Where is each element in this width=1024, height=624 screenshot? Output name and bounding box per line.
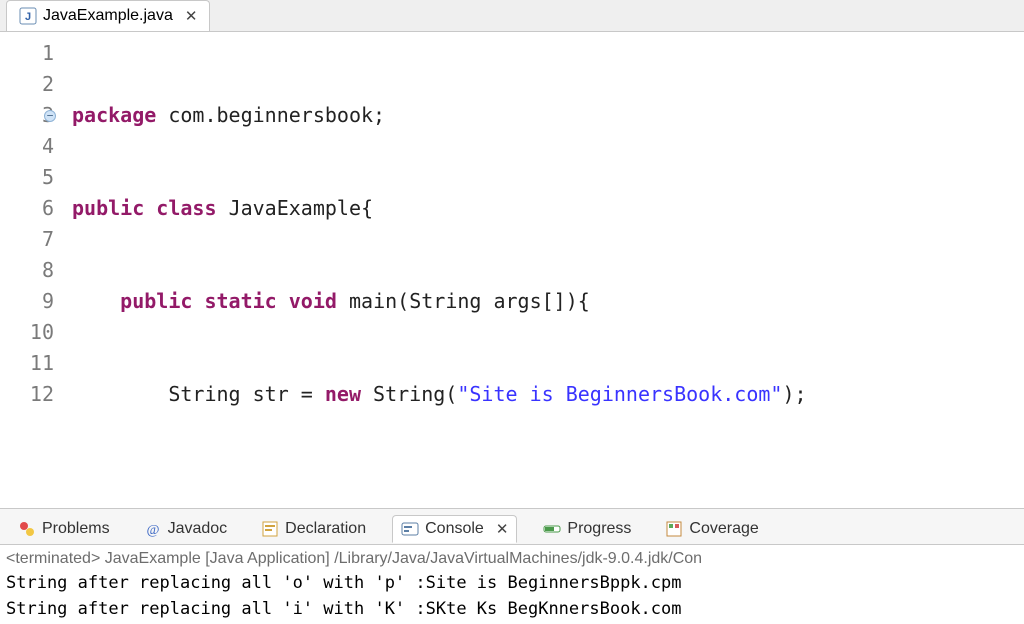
line-number: 9 xyxy=(42,289,54,313)
keyword: public xyxy=(120,289,192,313)
tab-coverage[interactable]: Coverage xyxy=(657,516,766,542)
code-text: ); xyxy=(782,382,806,406)
coverage-icon xyxy=(665,520,683,538)
keyword: public xyxy=(72,196,144,220)
declaration-icon xyxy=(261,520,279,538)
line-number: 10 xyxy=(30,320,54,344)
editor-tab-javaexample[interactable]: J JavaExample.java ✕ xyxy=(6,0,210,31)
code-text: String str = xyxy=(168,382,325,406)
keyword: new xyxy=(325,382,361,406)
tab-progress[interactable]: Progress xyxy=(535,516,639,542)
progress-icon xyxy=(543,520,561,538)
keyword: void xyxy=(289,289,337,313)
close-icon[interactable]: ✕ xyxy=(496,520,509,538)
svg-text:J: J xyxy=(25,11,31,23)
code-area[interactable]: package com.beginnersbook; public class … xyxy=(72,38,1024,508)
keyword: static xyxy=(204,289,276,313)
tab-label: Declaration xyxy=(285,520,366,538)
keyword: class xyxy=(156,196,216,220)
tab-label: Coverage xyxy=(689,520,758,538)
tab-console[interactable]: Console ✕ xyxy=(392,515,517,543)
javadoc-icon: @ xyxy=(144,520,162,538)
code-text: String( xyxy=(373,382,457,406)
line-number: 7 xyxy=(42,227,54,251)
console-icon xyxy=(401,520,419,538)
string-literal: "Site is BeginnersBook.com" xyxy=(457,382,782,406)
editor-tab-bar: J JavaExample.java ✕ xyxy=(0,0,1024,32)
console-line: String after replacing all 'o' with 'p' … xyxy=(6,571,1018,597)
tab-javadoc[interactable]: @ Javadoc xyxy=(136,516,236,542)
tab-label: Javadoc xyxy=(168,520,228,538)
tab-problems[interactable]: Problems xyxy=(10,516,118,542)
close-icon[interactable]: ✕ xyxy=(185,7,198,25)
line-number: 6 xyxy=(42,196,54,220)
console-output[interactable]: <terminated> JavaExample [Java Applicati… xyxy=(0,545,1024,624)
tab-label: Console xyxy=(425,520,484,538)
problems-icon xyxy=(18,520,36,538)
line-number: 2 xyxy=(42,72,54,96)
java-file-icon: J xyxy=(19,7,37,25)
editor-tab-label: JavaExample.java xyxy=(43,7,173,25)
line-number: 1 xyxy=(42,41,54,65)
keyword: package xyxy=(72,103,156,127)
tab-declaration[interactable]: Declaration xyxy=(253,516,374,542)
code-text: com.beginnersbook; xyxy=(168,103,385,127)
line-number: 11 xyxy=(30,351,54,375)
console-line: String after replacing all 'i' with 'K' … xyxy=(6,597,1018,623)
class-name: JavaExample xyxy=(229,196,361,220)
line-number: 4 xyxy=(42,134,54,158)
console-run-header: <terminated> JavaExample [Java Applicati… xyxy=(6,547,1018,571)
method-sig: main(String args[]){ xyxy=(349,289,590,313)
tab-label: Problems xyxy=(42,520,110,538)
bottom-tab-bar: Problems @ Javadoc Declaration Console ✕… xyxy=(0,509,1024,545)
brace: { xyxy=(361,196,373,220)
line-number-gutter: 1 2 3− 4 5 6 7 8 9 10 11 12 xyxy=(0,38,72,508)
fold-toggle-icon[interactable]: − xyxy=(44,110,56,122)
svg-text:@: @ xyxy=(146,523,159,538)
line-number: 12 xyxy=(30,382,54,406)
bottom-panel: Problems @ Javadoc Declaration Console ✕… xyxy=(0,508,1024,624)
line-number: 8 xyxy=(42,258,54,282)
code-editor[interactable]: 1 2 3− 4 5 6 7 8 9 10 11 12 package com.… xyxy=(0,32,1024,508)
line-number: 5 xyxy=(42,165,54,189)
tab-label: Progress xyxy=(567,520,631,538)
